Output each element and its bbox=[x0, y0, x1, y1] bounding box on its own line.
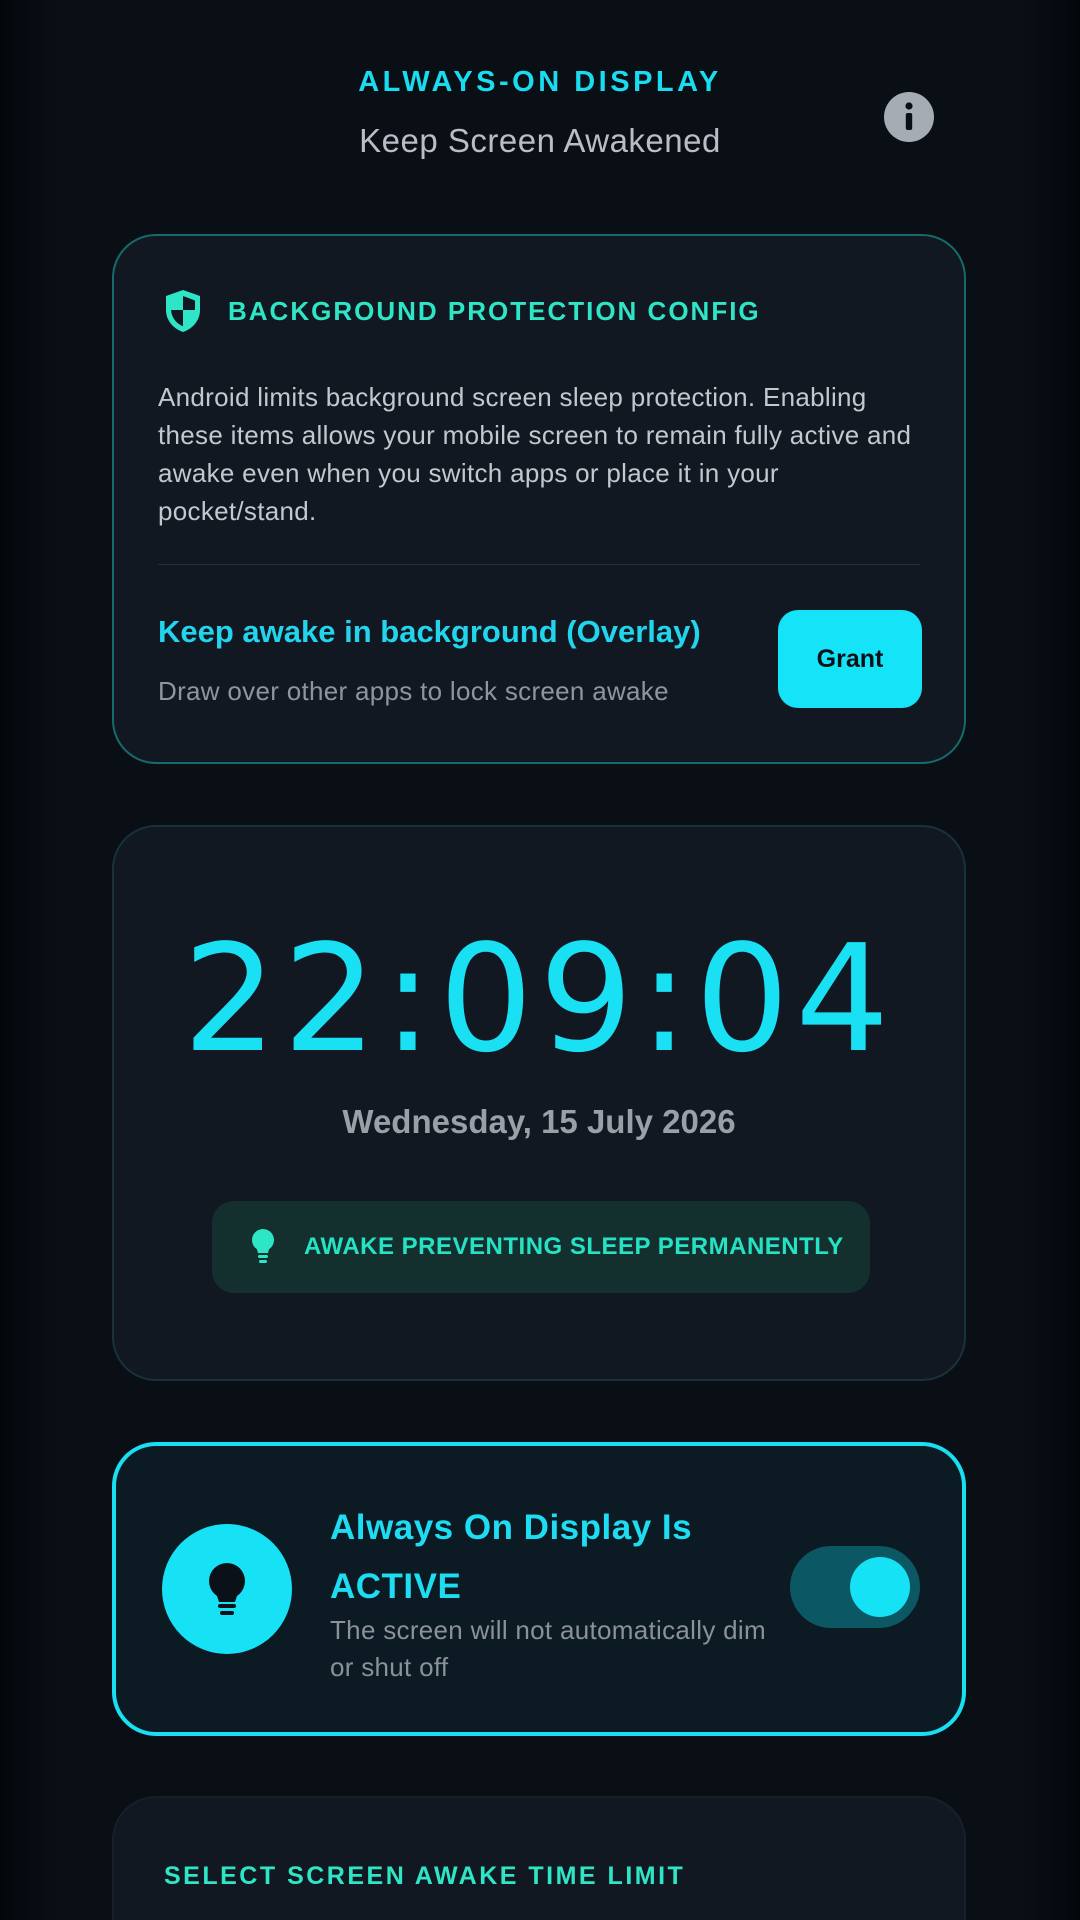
lightbulb-icon bbox=[252, 1229, 274, 1263]
info-icon bbox=[905, 102, 913, 130]
info-button[interactable] bbox=[884, 92, 934, 142]
time-limit-title: SELECT SCREEN AWAKE TIME LIMIT bbox=[164, 1862, 686, 1890]
active-description: The screen will not automatically dim or… bbox=[330, 1615, 766, 1682]
always-on-active-card[interactable]: Always On Display Is ACTIVE The screen w… bbox=[112, 1442, 966, 1736]
background-protection-card: BACKGROUND PROTECTION CONFIG Android lim… bbox=[112, 234, 966, 764]
active-title: Always On Display Is ACTIVE bbox=[330, 1508, 693, 1606]
shield-icon bbox=[166, 290, 200, 332]
divider bbox=[158, 564, 920, 565]
lightbulb-badge bbox=[162, 1524, 292, 1654]
screen: ALWAYS-ON DISPLAY Keep Screen Awakened B… bbox=[0, 0, 1080, 1920]
lightbulb-icon bbox=[209, 1563, 245, 1615]
time-limit-card: SELECT SCREEN AWAKE TIME LIMIT bbox=[112, 1796, 966, 1920]
protection-description: Android limits background screen sleep p… bbox=[158, 382, 912, 526]
clock-date: Wednesday, 15 July 2026 bbox=[342, 1103, 736, 1140]
overlay-permission-description: Draw over other apps to lock screen awak… bbox=[158, 676, 669, 706]
overlay-permission-title: Keep awake in background (Overlay) bbox=[158, 614, 701, 649]
always-on-toggle[interactable] bbox=[790, 1546, 920, 1628]
status-badge: AWAKE PREVENTING SLEEP PERMANENTLY bbox=[212, 1201, 870, 1293]
clock-card: 22:09:04 Wednesday, 15 July 2026 AWAKE P… bbox=[112, 825, 966, 1381]
toggle-knob bbox=[850, 1557, 910, 1617]
protection-title: BACKGROUND PROTECTION CONFIG bbox=[228, 296, 761, 326]
grant-button[interactable]: Grant bbox=[778, 610, 922, 708]
clock-time: 22:09:04 bbox=[182, 913, 896, 1085]
status-text: AWAKE PREVENTING SLEEP PERMANENTLY bbox=[304, 1233, 844, 1260]
